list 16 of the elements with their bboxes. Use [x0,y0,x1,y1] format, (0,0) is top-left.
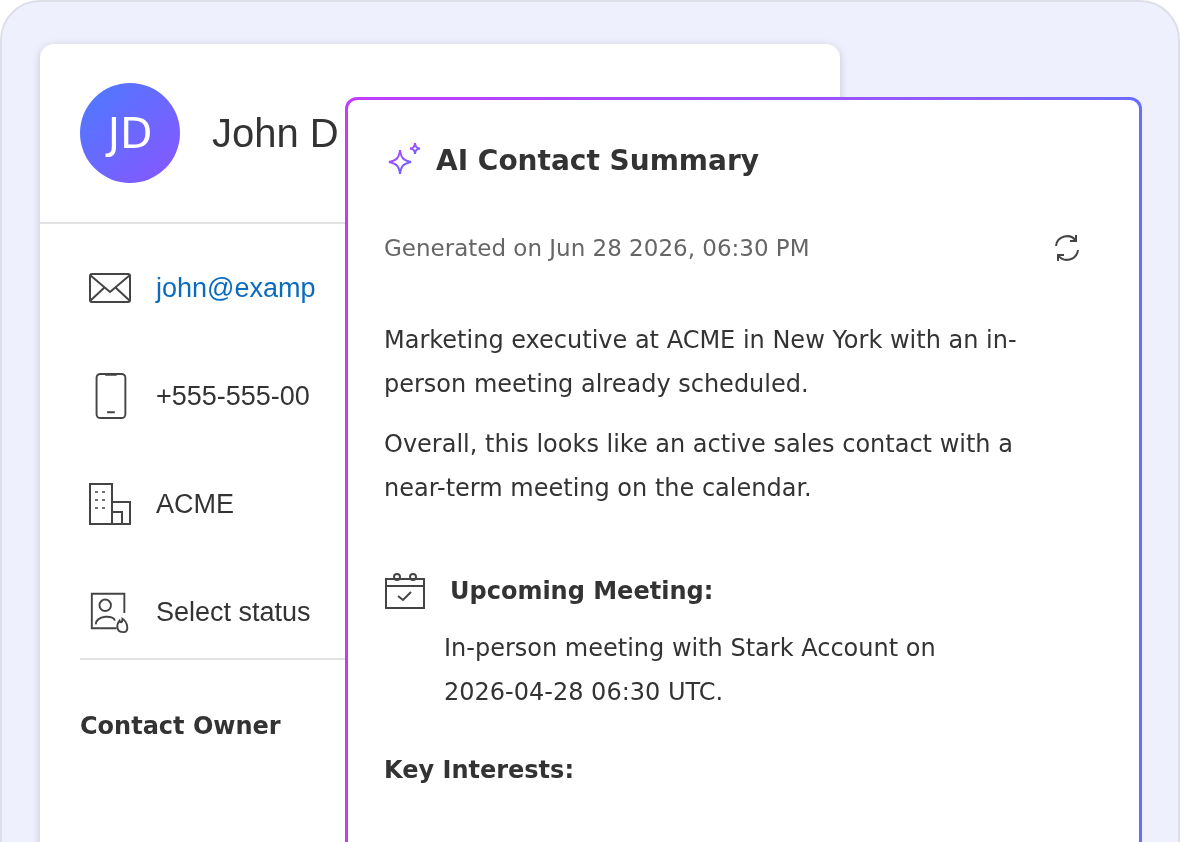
phone-value: +555-555-00 [156,380,310,412]
panel-title: AI Contact Summary [436,143,759,177]
building-icon [88,480,132,528]
status-select[interactable]: Select status [156,596,311,628]
meeting-heading: Upcoming Meeting: [450,577,714,605]
contact-name: John D [212,110,339,156]
avatar: JD [80,83,180,183]
generated-date: Generated on Jun 28 2026, 06:30 PM [384,235,810,261]
meeting-text: In-person meeting with Stark Account on 2026-04-28 06:30 UTC. [444,633,937,708]
key-interests-heading: Key Interests: [384,756,574,784]
summary-paragraph: Marketing executive at ACME in New York with an in-person meeting already scheduled. [384,325,1018,400]
email-link[interactable]: john@examp [156,272,316,304]
calendar-check-icon [384,572,426,610]
company-value: ACME [156,488,234,520]
summary-paragraph: Overall, this looks like an active sales contact with a near-term meeting on the calendar. [384,429,1014,504]
section-heading: Contact Owner [80,712,281,740]
